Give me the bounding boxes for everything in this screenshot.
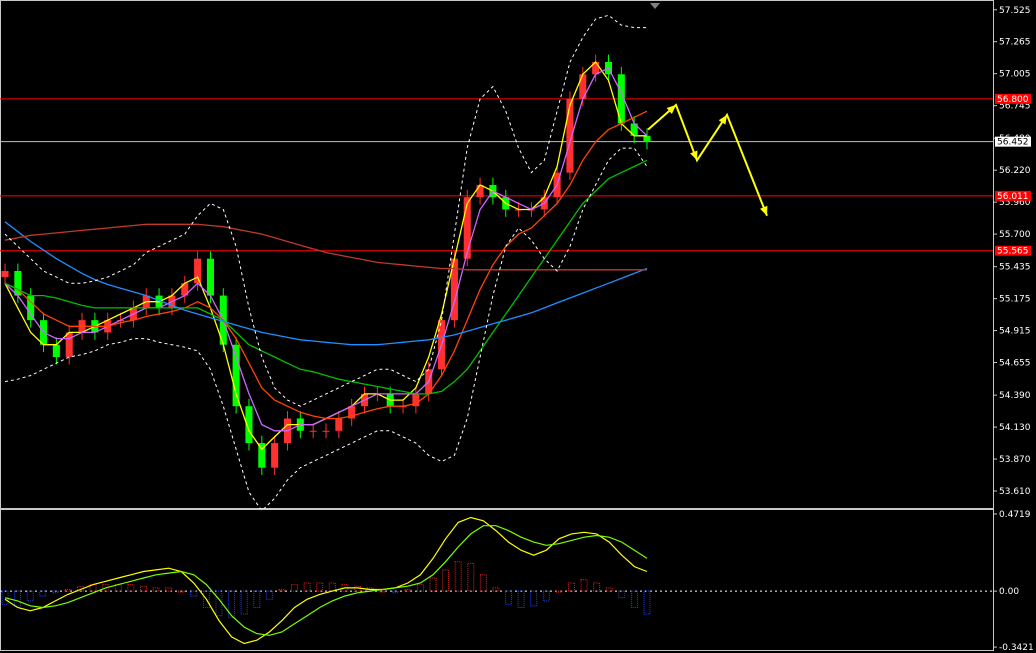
histogram-bar	[139, 585, 147, 592]
candle-body	[206, 258, 214, 296]
histogram-bar	[253, 590, 261, 608]
histogram-bar	[177, 590, 185, 593]
candle-body	[322, 430, 330, 432]
oscillator-signal-line	[4, 525, 648, 636]
histogram-bar	[492, 587, 500, 592]
price-tick-label: 56.220	[999, 166, 1031, 176]
histogram-bar	[165, 587, 173, 592]
histogram-bar	[416, 584, 424, 592]
price-tick-label: 53.610	[999, 487, 1031, 497]
histogram-bar	[467, 562, 475, 592]
histogram-bar	[542, 590, 550, 602]
histogram-bar	[517, 590, 525, 608]
histogram-bar	[51, 590, 59, 594]
forecast-arrow-path	[647, 103, 768, 217]
oscillator-tick-label: 0.00	[999, 587, 1019, 597]
price-tick-label: 55.700	[999, 230, 1031, 240]
oscillator-panel-frame	[0, 509, 994, 651]
moving-average-line	[4, 61, 647, 451]
oscillator-tick-label: 0.4719	[999, 510, 1031, 520]
forecast-arrowhead	[718, 114, 727, 125]
price-tick-label: 55.175	[999, 295, 1031, 305]
oscillator-tick-label: -0.3421	[999, 643, 1034, 653]
histogram-bar	[152, 587, 160, 592]
chart-canvas: 57.52557.26557.00556.74556.48056.22055.9…	[0, 0, 1034, 653]
histogram-bar	[127, 584, 135, 592]
candle-body	[65, 332, 73, 358]
candle-body	[194, 258, 202, 284]
level-price-tag-label: 56.011	[997, 192, 1029, 202]
histogram-bar	[404, 588, 412, 592]
histogram-bar	[215, 590, 223, 617]
moving-average-line	[4, 110, 648, 420]
histogram-bar	[328, 582, 336, 592]
histogram-bar	[580, 579, 588, 592]
price-tick-label: 57.525	[999, 6, 1031, 16]
price-tick-label: 55.435	[999, 263, 1031, 273]
forecast-arrowhead	[690, 150, 698, 161]
candle-body	[271, 443, 279, 468]
oscillator-panel	[0, 509, 994, 651]
candle-body	[1, 270, 9, 278]
oscillator-axis: 0.4719 0.00 -0.3421	[993, 510, 1034, 653]
histogram-bar	[278, 588, 286, 592]
histogram-bar	[567, 582, 575, 592]
price-panel	[0, 0, 994, 512]
price-tick-label: 57.265	[999, 38, 1031, 48]
histogram-bar	[379, 590, 387, 593]
histogram-bar	[605, 587, 613, 592]
histogram-bar	[454, 561, 462, 592]
histogram-bar	[442, 569, 450, 592]
candle-body	[52, 344, 60, 358]
price-tick-label: 54.655	[999, 359, 1031, 369]
oscillator-signal-line	[4, 516, 648, 645]
histogram-bar	[479, 574, 487, 592]
chart-shift-marker[interactable]	[650, 3, 660, 9]
level-price-tag-label: 55.565	[997, 247, 1029, 257]
level-price-tag-label: 56.800	[997, 95, 1029, 105]
histogram-bar	[593, 582, 601, 592]
histogram-bar	[316, 582, 324, 592]
candle-body	[463, 197, 471, 259]
current-price-tag-label: 56.452	[997, 138, 1029, 148]
price-axis: 57.52557.26557.00556.74556.48056.22055.9…	[993, 6, 1031, 497]
candle-body	[335, 418, 343, 431]
histogram-bar	[39, 590, 47, 597]
histogram-bar	[265, 590, 273, 600]
moving-average-line	[4, 223, 647, 271]
histogram-bar	[530, 590, 538, 607]
candle-body	[232, 344, 240, 407]
histogram-bar	[14, 590, 22, 607]
histogram-bar	[64, 588, 72, 592]
price-tick-label: 54.130	[999, 423, 1031, 433]
histogram-bar	[630, 590, 638, 608]
candle-body	[309, 430, 317, 432]
histogram-bar	[26, 590, 34, 602]
histogram-bar	[240, 590, 248, 615]
price-tick-label: 57.005	[999, 70, 1031, 80]
price-tick-label: 53.870	[999, 455, 1031, 465]
histogram-bar	[505, 590, 513, 605]
price-tick-label: 54.915	[999, 327, 1031, 337]
histogram-bar	[618, 590, 626, 599]
price-panel-frame	[0, 0, 994, 509]
candle-body	[643, 135, 651, 142]
moving-average-line	[4, 159, 648, 395]
histogram-bar	[303, 582, 311, 592]
histogram-bar	[643, 590, 651, 615]
histogram-bar	[429, 577, 437, 592]
histogram-bar	[291, 584, 299, 592]
histogram-bar	[190, 590, 198, 597]
trading-chart: 57.52557.26557.00556.74556.48056.22055.9…	[0, 0, 1036, 653]
histogram-bar	[391, 590, 399, 594]
price-tick-label: 54.390	[999, 391, 1031, 401]
